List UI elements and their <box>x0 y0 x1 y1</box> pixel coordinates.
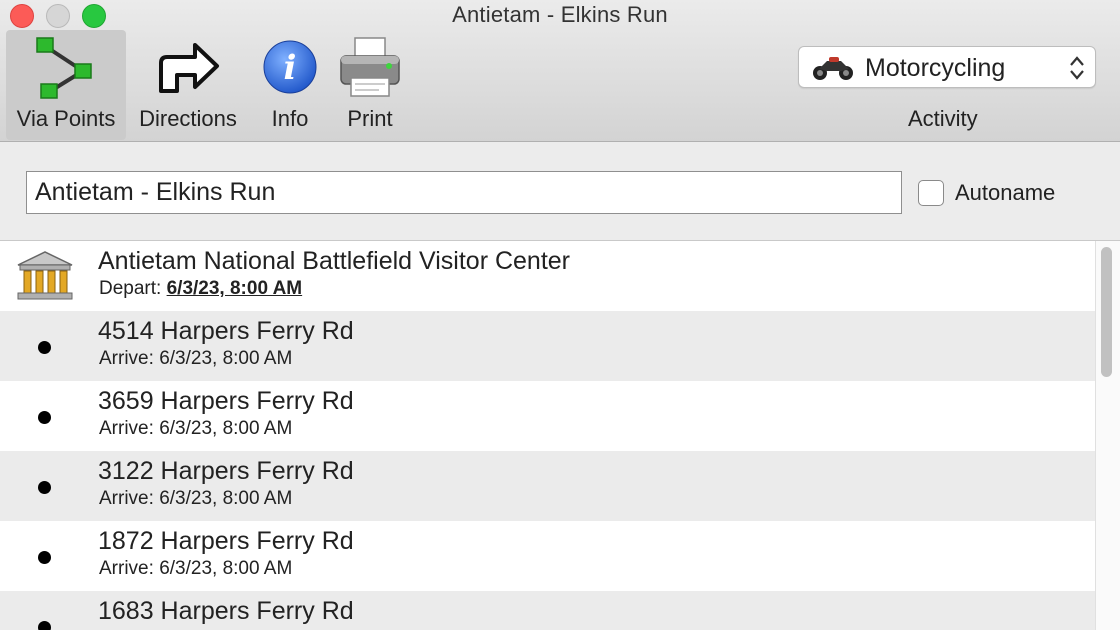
route-name-input[interactable] <box>26 171 902 214</box>
up-down-chevron-icon <box>1070 56 1084 80</box>
info-label: Info <box>271 106 309 131</box>
autoname-label: Autoname <box>955 180 1056 205</box>
via-point-name: 1683 Harpers Ferry Rd <box>98 597 354 625</box>
via-point-dot-icon <box>38 621 51 630</box>
via-points-list: Antietam National Battlefield Visitor Ce… <box>0 241 1095 630</box>
via-point-row[interactable]: 4514 Harpers Ferry Rd Arrive: 6/3/23, 8:… <box>0 311 1095 381</box>
list-scrollbar[interactable] <box>1095 241 1120 630</box>
activity-select[interactable]: Motorcycling <box>798 46 1096 88</box>
route-name-row: Autoname <box>0 142 1120 241</box>
print-label: Print <box>347 106 393 131</box>
info-icon: i <box>263 40 317 94</box>
via-point-row[interactable]: 1683 Harpers Ferry Rd <box>0 591 1095 630</box>
via-point-time: Arrive: 6/3/23, 8:00 AM <box>99 558 293 579</box>
via-point-row[interactable]: 3659 Harpers Ferry Rd Arrive: 6/3/23, 8:… <box>0 381 1095 451</box>
info-tool-button[interactable]: i Info <box>256 30 324 140</box>
visitor-center-icon <box>17 251 73 300</box>
activity-label: Activity <box>908 106 978 131</box>
list-scrollbar-thumb[interactable] <box>1101 247 1112 377</box>
via-point-row[interactable]: 3122 Harpers Ferry Rd Arrive: 6/3/23, 8:… <box>0 451 1095 521</box>
printer-icon <box>340 37 400 97</box>
window-title: Antietam - Elkins Run <box>452 2 668 27</box>
motorcycle-icon <box>813 57 853 80</box>
directions-label: Directions <box>139 106 237 131</box>
via-points-label: Via Points <box>16 106 116 131</box>
via-point-row[interactable]: Antietam National Battlefield Visitor Ce… <box>0 241 1095 311</box>
via-point-dot-icon <box>38 341 51 354</box>
depart-time-link[interactable]: 6/3/23, 8:00 AM <box>167 278 303 299</box>
svg-text:i: i <box>284 48 297 88</box>
print-tool-button[interactable]: Print <box>334 30 406 140</box>
via-point-dot-icon <box>38 481 51 494</box>
directions-tool-button[interactable]: Directions <box>130 30 246 140</box>
autoname-checkbox[interactable] <box>918 180 944 206</box>
via-point-time: Arrive: 6/3/23, 8:00 AM <box>99 348 293 369</box>
via-points-tool-button[interactable]: Via Points <box>6 30 126 140</box>
via-point-time: Arrive: 6/3/23, 8:00 AM <box>99 418 293 439</box>
via-point-time: Arrive: 6/3/23, 8:00 AM <box>99 488 293 509</box>
via-point-row[interactable]: 1872 Harpers Ferry Rd Arrive: 6/3/23, 8:… <box>0 521 1095 591</box>
window-chrome: Antietam - Elkins Run Via Points Directi… <box>0 0 1120 142</box>
via-point-dot-icon <box>38 551 51 564</box>
via-point-time: Depart: 6/3/23, 8:00 AM <box>99 278 303 299</box>
via-point-name: 4514 Harpers Ferry Rd <box>98 317 354 345</box>
via-points-icon <box>36 37 92 99</box>
via-point-dot-icon <box>38 411 51 424</box>
via-point-name: 3659 Harpers Ferry Rd <box>98 387 354 415</box>
turn-right-arrow-icon <box>159 43 219 93</box>
via-point-name: 1872 Harpers Ferry Rd <box>98 527 354 555</box>
activity-value: Motorcycling <box>865 54 1006 82</box>
via-point-name: 3122 Harpers Ferry Rd <box>98 457 354 485</box>
via-point-name: Antietam National Battlefield Visitor Ce… <box>98 247 570 275</box>
